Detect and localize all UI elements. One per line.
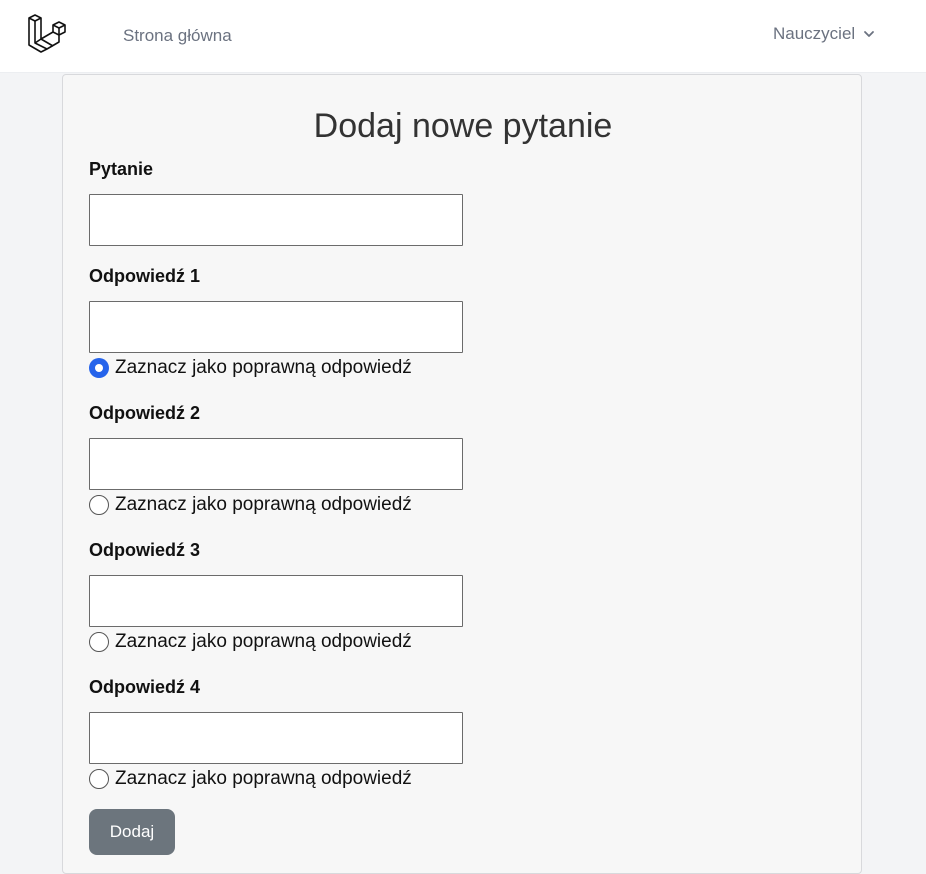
top-navbar: Strona główna Nauczyciel bbox=[0, 0, 926, 73]
answer-3-correct-radio[interactable]: Zaznacz jako poprawną odpowiedź bbox=[89, 631, 412, 653]
radio-button-icon[interactable] bbox=[89, 769, 109, 789]
user-menu-label: Nauczyciel bbox=[773, 24, 856, 43]
answer-1-label: Odpowiedź 1 bbox=[89, 266, 201, 286]
answer-1-radio-label: Zaznacz jako poprawną odpowiedź bbox=[115, 357, 412, 378]
question-input[interactable] bbox=[89, 194, 463, 246]
answer-2-correct-radio[interactable]: Zaznacz jako poprawną odpowiedź bbox=[89, 494, 412, 516]
answer-3-radio-label: Zaznacz jako poprawną odpowiedź bbox=[115, 631, 412, 652]
answer-1-input[interactable] bbox=[89, 301, 463, 353]
answer-4-label: Odpowiedź 4 bbox=[89, 677, 201, 697]
answer-3-label: Odpowiedź 3 bbox=[89, 540, 201, 560]
answer-4-radio-label: Zaznacz jako poprawną odpowiedź bbox=[115, 768, 412, 789]
chevron-down-icon bbox=[864, 31, 875, 37]
radio-button-icon[interactable] bbox=[89, 632, 109, 652]
radio-button-icon[interactable] bbox=[89, 358, 109, 378]
question-label: Pytanie bbox=[89, 159, 154, 179]
question-form-card: Dodaj nowe pytanie Pytanie Odpowiedź 1 Z… bbox=[62, 74, 862, 874]
user-menu-dropdown[interactable]: Nauczyciel bbox=[773, 24, 875, 44]
laravel-logo-icon[interactable] bbox=[27, 13, 69, 54]
answer-3-input[interactable] bbox=[89, 575, 463, 627]
submit-button[interactable]: Dodaj bbox=[89, 809, 175, 855]
answer-1-correct-radio[interactable]: Zaznacz jako poprawną odpowiedź bbox=[89, 357, 412, 379]
answer-4-input[interactable] bbox=[89, 712, 463, 764]
radio-button-icon[interactable] bbox=[89, 495, 109, 515]
nav-home-link[interactable]: Strona główna bbox=[123, 26, 232, 46]
answer-4-correct-radio[interactable]: Zaznacz jako poprawną odpowiedź bbox=[89, 768, 412, 790]
answer-2-radio-label: Zaznacz jako poprawną odpowiedź bbox=[115, 494, 412, 515]
page-title: Dodaj nowe pytanie bbox=[313, 107, 613, 145]
answer-2-input[interactable] bbox=[89, 438, 463, 490]
answer-2-label: Odpowiedź 2 bbox=[89, 403, 201, 423]
